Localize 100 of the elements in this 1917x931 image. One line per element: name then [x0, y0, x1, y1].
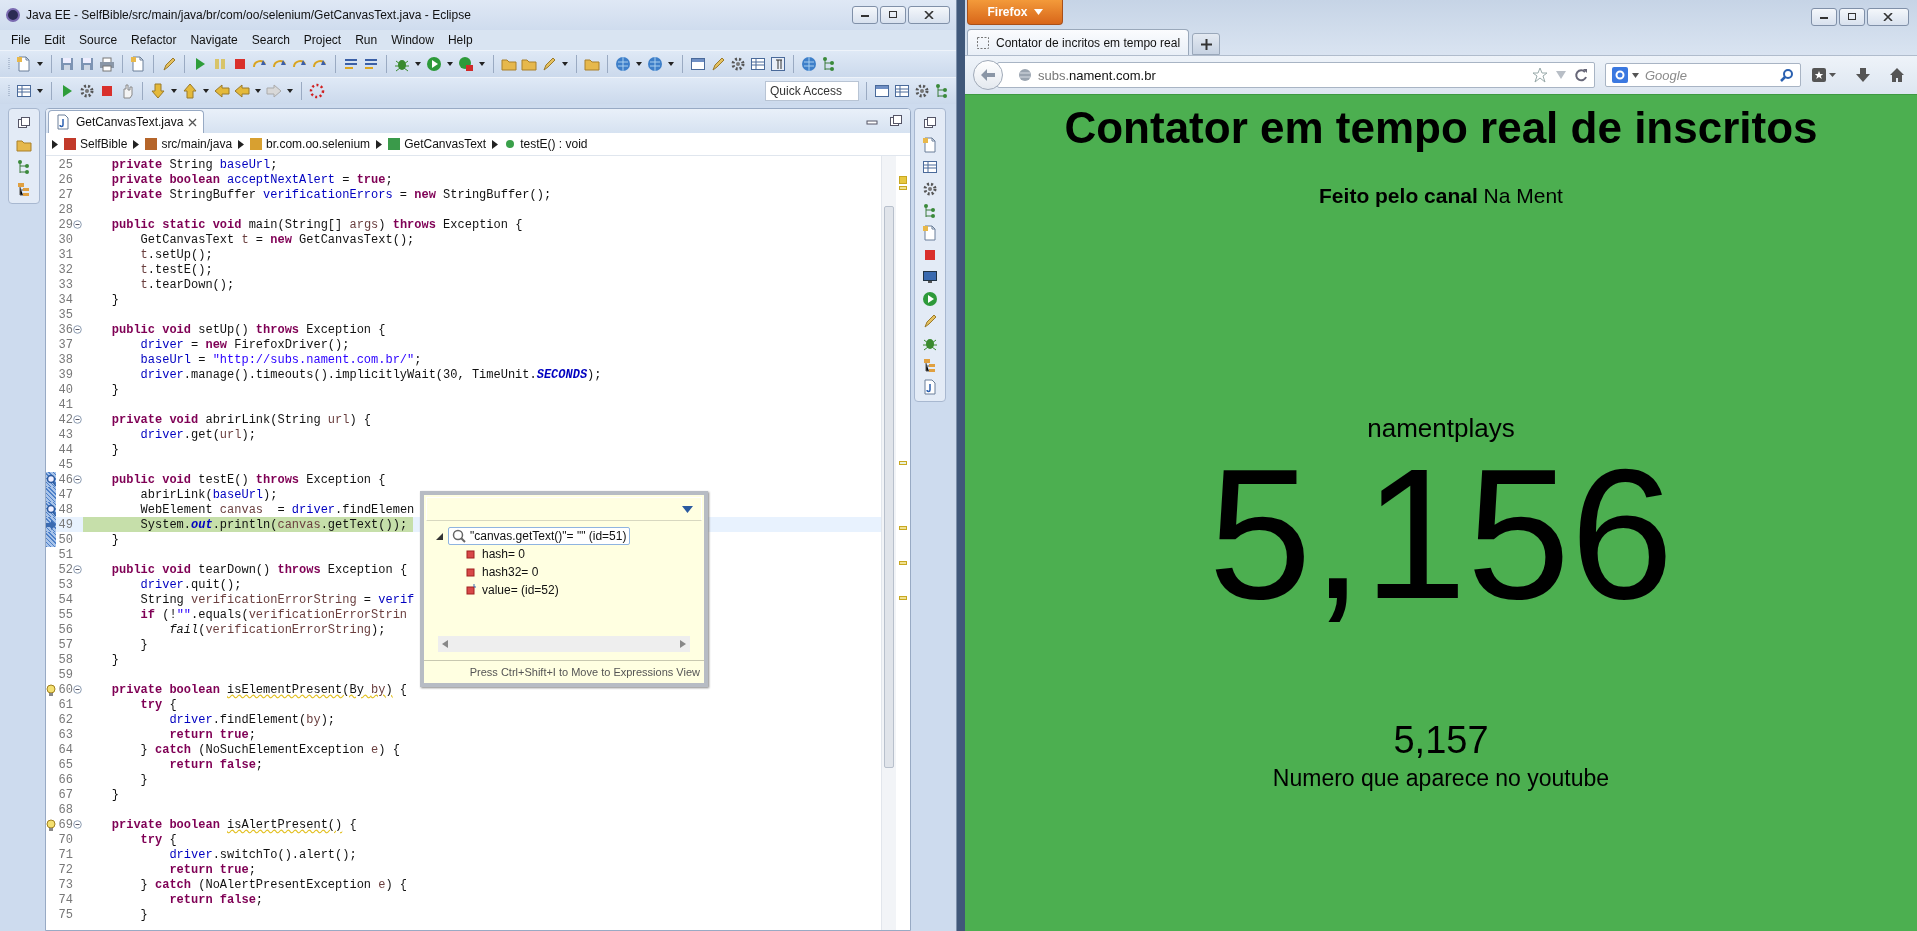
arrow-icon[interactable]	[238, 139, 245, 149]
collapse-icon[interactable]	[73, 325, 82, 334]
dropdown-arrow-icon[interactable]	[1632, 72, 1639, 78]
hierarchy-icon[interactable]	[16, 181, 32, 197]
menu-item[interactable]: Edit	[37, 33, 73, 47]
maximize-icon[interactable]	[922, 115, 938, 131]
menu-item[interactable]: Refactor	[124, 33, 184, 47]
window-icon[interactable]	[690, 56, 706, 72]
minimize-button[interactable]	[1811, 8, 1837, 26]
table-icon[interactable]	[894, 83, 910, 99]
document-icon[interactable]	[130, 56, 146, 72]
dropdown-arrow-icon[interactable]	[682, 505, 693, 513]
save-icon[interactable]	[79, 56, 95, 72]
back-button[interactable]	[973, 60, 1003, 90]
search-icon[interactable]	[1780, 68, 1794, 82]
expand-arrow-icon[interactable]	[436, 532, 443, 540]
variable-item[interactable]: hash32= 0	[482, 565, 539, 579]
gear-icon[interactable]	[730, 56, 746, 72]
spinner-icon[interactable]	[309, 83, 325, 99]
collapse-icon[interactable]	[73, 220, 82, 229]
breadcrumb-item[interactable]: br.com.oo.selenium	[250, 137, 371, 151]
list-icon[interactable]	[343, 56, 359, 72]
breadcrumb-item[interactable]: SelfBible	[64, 137, 128, 151]
scrollbar-thumb[interactable]	[884, 206, 894, 768]
stop-icon[interactable]	[232, 56, 248, 72]
table-icon[interactable]	[922, 159, 938, 175]
maximize-button[interactable]	[880, 6, 906, 24]
home-icon[interactable]	[1889, 67, 1905, 83]
brush-icon[interactable]	[710, 56, 726, 72]
collapse-icon[interactable]	[73, 475, 82, 484]
variable-item[interactable]: hash= 0	[482, 547, 526, 561]
document-icon[interactable]	[922, 137, 938, 153]
maximize-icon[interactable]	[16, 115, 32, 131]
close-button[interactable]	[1867, 8, 1909, 26]
maximize-icon[interactable]	[888, 113, 904, 129]
address-field[interactable]: subs.nament.com.br	[997, 62, 1595, 88]
tree-icon[interactable]	[16, 159, 32, 175]
document-icon[interactable]	[922, 225, 938, 241]
breadcrumb-item[interactable]: GetCanvasText	[388, 137, 487, 151]
collapse-icon[interactable]	[73, 820, 82, 829]
horizontal-scrollbar[interactable]	[438, 636, 690, 652]
save-icon[interactable]	[59, 56, 75, 72]
stop-icon[interactable]	[99, 83, 115, 99]
close-button[interactable]	[908, 6, 950, 24]
brush-icon[interactable]	[161, 56, 177, 72]
run-icon[interactable]	[426, 56, 442, 72]
tree-icon[interactable]	[922, 203, 938, 219]
minimize-button[interactable]	[852, 6, 878, 24]
collapse-icon[interactable]	[73, 685, 82, 694]
collapse-icon[interactable]	[73, 415, 82, 424]
breadcrumb-item[interactable]: src/main/java	[145, 137, 233, 151]
table-icon[interactable]	[16, 83, 32, 99]
star-icon[interactable]	[1532, 67, 1548, 83]
window-icon[interactable]	[874, 83, 890, 99]
run-tools-icon[interactable]	[458, 56, 474, 72]
menu-item[interactable]: Help	[440, 33, 480, 47]
brush-icon[interactable]	[922, 313, 938, 329]
monitor-icon[interactable]	[922, 269, 938, 285]
globe-icon[interactable]	[801, 56, 817, 72]
java-file-icon[interactable]	[922, 379, 938, 395]
arrow-icon[interactable]	[52, 139, 58, 149]
variable-item[interactable]: value= (id=52)	[482, 583, 559, 597]
bookmarks-icon[interactable]	[1811, 67, 1837, 83]
hierarchy-icon[interactable]	[922, 357, 938, 373]
editor-tab[interactable]: GetCanvasText.java	[48, 110, 205, 133]
menu-item[interactable]: Window	[384, 33, 441, 47]
menu-item[interactable]: Search	[244, 33, 297, 47]
toolbar-handle-icon[interactable]	[6, 83, 12, 99]
vertical-scrollbar[interactable]	[881, 156, 896, 930]
quick-access-field[interactable]: Quick Access	[765, 81, 859, 101]
tree-icon[interactable]	[934, 83, 950, 99]
search-field[interactable]: Google	[1605, 63, 1801, 87]
menu-item[interactable]: File	[4, 33, 38, 47]
gear-icon[interactable]	[79, 83, 95, 99]
maximize-button[interactable]	[1839, 8, 1865, 26]
scroll-right-icon[interactable]	[680, 640, 686, 648]
run-icon[interactable]	[922, 291, 938, 307]
browser-tab[interactable]: Contator de incritos em tempo real	[967, 29, 1190, 55]
arrow-icon[interactable]	[376, 139, 383, 149]
table-icon[interactable]	[750, 56, 766, 72]
menu-item[interactable]: Run	[348, 33, 385, 47]
reload-icon[interactable]	[1574, 68, 1588, 82]
breadcrumb-item[interactable]: testE() : void	[504, 137, 588, 151]
scroll-left-icon[interactable]	[442, 640, 448, 648]
gear-icon[interactable]	[922, 181, 938, 197]
menu-item[interactable]: Source	[72, 33, 125, 47]
tree-icon[interactable]	[821, 56, 837, 72]
printer-icon[interactable]	[99, 56, 115, 72]
paragraph-icon[interactable]	[770, 56, 786, 72]
menu-item[interactable]: Project	[296, 33, 349, 47]
stop-icon[interactable]	[922, 247, 938, 263]
menu-item[interactable]: Navigate	[183, 33, 245, 47]
collapse-icon[interactable]	[73, 565, 82, 574]
search-engine-icon[interactable]	[1612, 67, 1628, 83]
list-icon[interactable]	[363, 56, 379, 72]
new-tab-button[interactable]	[1192, 33, 1221, 55]
expression-item[interactable]: "canvas.getText()"= "" (id=51)	[448, 527, 631, 545]
download-icon[interactable]	[1855, 67, 1871, 83]
arrow-icon[interactable]	[133, 139, 140, 149]
toolbar-handle-icon[interactable]	[6, 56, 12, 72]
